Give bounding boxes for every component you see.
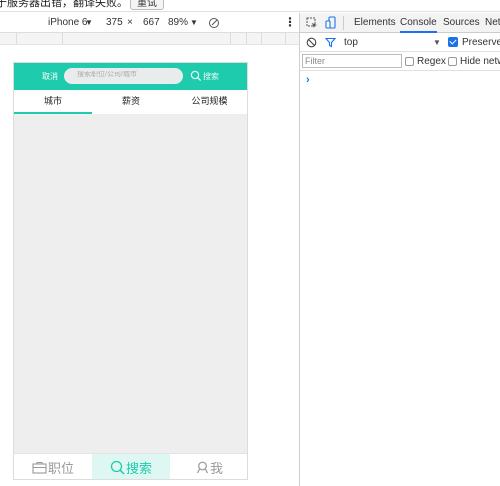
tab-company-size[interactable]: 公司规模	[170, 90, 247, 114]
nav-label-search: 搜索	[125, 461, 152, 476]
ruler-segment[interactable]	[17, 33, 63, 44]
user-icon	[196, 461, 209, 474]
ruler-segment[interactable]	[247, 33, 262, 44]
search-box[interactable]	[64, 68, 183, 84]
retry-button[interactable]: 重试	[130, 0, 164, 10]
tab-sources[interactable]: Sources	[443, 17, 480, 28]
hide-network-label: Hide netwo	[460, 56, 500, 67]
search-icon	[110, 460, 125, 475]
tab-network[interactable]: Net	[485, 17, 500, 28]
console-output[interactable]: ›	[300, 71, 500, 486]
tab-elements[interactable]: Elements	[354, 17, 396, 28]
clear-console-icon[interactable]	[306, 37, 317, 48]
regex-label: Regex	[417, 56, 446, 67]
search-input[interactable]	[77, 71, 177, 78]
ruler-segment[interactable]	[231, 33, 247, 44]
console-filter-row: Regex Hide netwo	[300, 52, 500, 71]
zoom-dropdown-arrow-icon[interactable]: ▼	[190, 18, 198, 27]
ruler-segment[interactable]	[63, 33, 231, 44]
filter-icon[interactable]	[325, 37, 336, 48]
preserve-log-label: Preserve lo	[462, 37, 500, 48]
nav-label-jobs: 职位	[47, 461, 74, 476]
viewport-width-field[interactable]: 375	[106, 17, 123, 28]
dimension-times-symbol: ×	[127, 17, 133, 28]
filter-input[interactable]	[302, 54, 402, 68]
briefcase-icon	[32, 461, 47, 474]
nav-label-me: 我	[209, 461, 223, 476]
tab-city[interactable]: 城市	[14, 90, 92, 114]
ruler-segment[interactable]	[0, 33, 17, 44]
device-dropdown-arrow-icon[interactable]: ▼	[85, 18, 93, 27]
active-tab-indicator	[14, 112, 92, 114]
tab-separator	[343, 16, 344, 30]
nav-item-search[interactable]: 搜索	[92, 454, 170, 479]
nav-item-jobs[interactable]: 职位	[14, 454, 92, 479]
bottom-nav: 职位 搜索 我	[14, 453, 247, 479]
preserve-log-checkbox[interactable]	[448, 37, 458, 47]
more-options-icon[interactable]: ⋮	[284, 15, 296, 29]
translate-bar: 于服务器出错，翻译失败。 重试	[0, 0, 500, 12]
app-search-header: 取消 搜索	[14, 63, 247, 90]
context-selector[interactable]: top	[344, 37, 358, 48]
device-screen: 取消 搜索 城市 薪资 公司规模 职位 搜索	[13, 62, 248, 480]
context-dropdown-arrow-icon[interactable]: ▼	[433, 38, 441, 47]
tab-console[interactable]: Console	[400, 17, 437, 33]
device-toggle-icon[interactable]	[325, 16, 336, 30]
regex-checkbox[interactable]	[405, 57, 414, 66]
cancel-button[interactable]: 取消	[42, 71, 58, 82]
filter-tab-bar: 城市 薪资 公司规模	[14, 90, 247, 114]
ruler-segment[interactable]	[262, 33, 286, 44]
zoom-select[interactable]: 89%	[168, 17, 188, 28]
search-button[interactable]: 搜索	[203, 71, 219, 82]
rotate-icon[interactable]	[209, 18, 219, 28]
console-prompt[interactable]: ›	[306, 74, 310, 86]
translate-error-message: 于服务器出错，翻译失败。	[0, 0, 128, 9]
devtools-tab-strip: Elements Console Sources Net	[300, 13, 500, 33]
console-toolbar: top ▼ Preserve lo	[300, 33, 500, 52]
hide-network-checkbox[interactable]	[448, 57, 457, 66]
device-toolbar: iPhone 6 ▼ 375 × 667 89% ▼ ⋮	[0, 13, 299, 33]
media-query-bar[interactable]	[0, 33, 299, 45]
device-select[interactable]: iPhone 6	[48, 17, 87, 28]
search-icon[interactable]	[190, 70, 202, 82]
inspect-element-icon[interactable]	[306, 17, 318, 29]
tab-salary[interactable]: 薪资	[92, 90, 170, 114]
nav-item-me[interactable]: 我	[170, 454, 247, 479]
viewport-height-field[interactable]: 667	[143, 17, 160, 28]
